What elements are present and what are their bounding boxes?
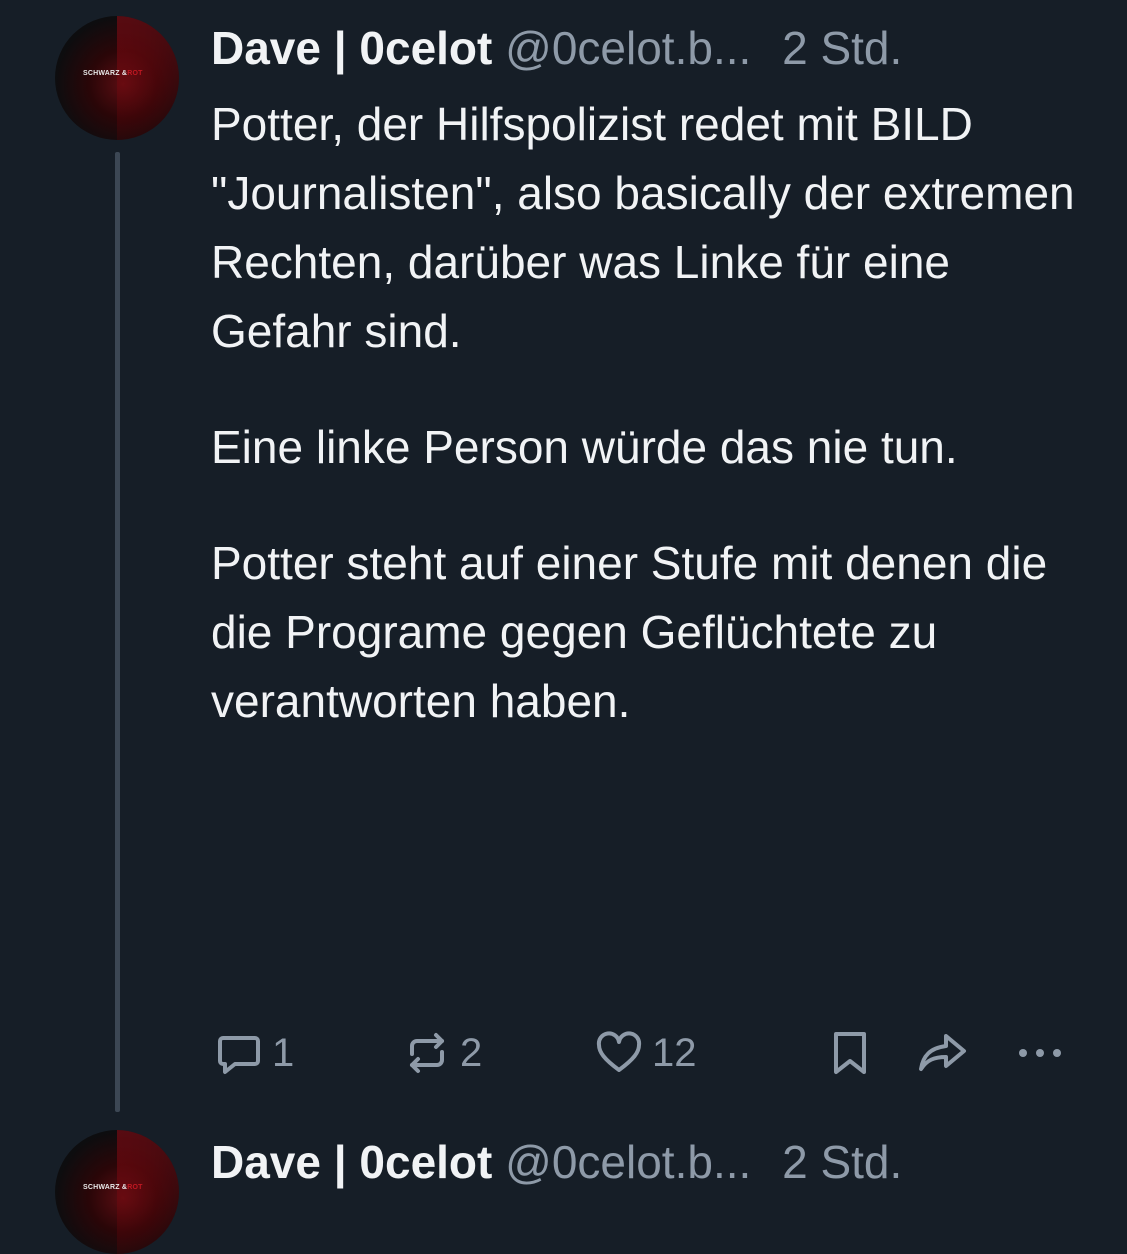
avatar-logo: SCHWARZ &ROT [83,70,143,77]
reply-icon [214,1028,264,1078]
repost-icon [402,1028,452,1078]
thread-line [115,152,120,1112]
more-icon [1013,1028,1067,1078]
post-timestamp[interactable]: 2 Std. [782,22,902,74]
avatar-logo: SCHWARZ &ROT [83,1184,143,1191]
avatar[interactable]: SCHWARZ &ROT [55,16,179,140]
like-count: 12 [652,1030,697,1075]
author-handle[interactable]: @0celot.b... [505,22,751,74]
reply-button[interactable]: 1 [214,1028,294,1078]
more-button[interactable] [1013,1028,1067,1078]
author-display-name[interactable]: Dave | 0celot [211,22,492,74]
share-icon [916,1028,970,1078]
avatar-shade [117,1130,179,1254]
post-text: Potter, der Hilfspolizist redet mit BILD… [211,90,1091,736]
post[interactable]: SCHWARZ &ROT Dave | 0celot @0celot.b... … [0,1120,1127,1254]
post-actions: 1 2 12 [0,1028,1127,1078]
post[interactable]: SCHWARZ &ROT Dave | 0celot @0celot.b... … [0,0,1127,1120]
avatar-shade [117,16,179,140]
post-header: Dave | 0celot @0celot.b... 2 Std. [211,20,902,76]
author-display-name[interactable]: Dave | 0celot [211,1136,492,1188]
repost-count: 2 [460,1030,483,1075]
post-paragraph: Potter steht auf einer Stufe mit denen d… [211,537,1048,727]
post-paragraph: Eine linke Person würde das nie tun. [211,421,958,473]
post-header: Dave | 0celot @0celot.b... 2 Std. [211,1134,902,1190]
share-button[interactable] [916,1028,970,1078]
repost-button[interactable]: 2 [402,1028,482,1078]
reply-count: 1 [272,1030,295,1075]
avatar[interactable]: SCHWARZ &ROT [55,1130,179,1254]
bookmark-icon [828,1028,872,1078]
like-icon [594,1028,644,1078]
author-handle[interactable]: @0celot.b... [505,1136,751,1188]
post-timestamp[interactable]: 2 Std. [782,1136,902,1188]
bookmark-button[interactable] [828,1028,872,1078]
post-paragraph: Potter, der Hilfspolizist redet mit BILD… [211,98,1075,357]
like-button[interactable]: 12 [594,1028,697,1078]
